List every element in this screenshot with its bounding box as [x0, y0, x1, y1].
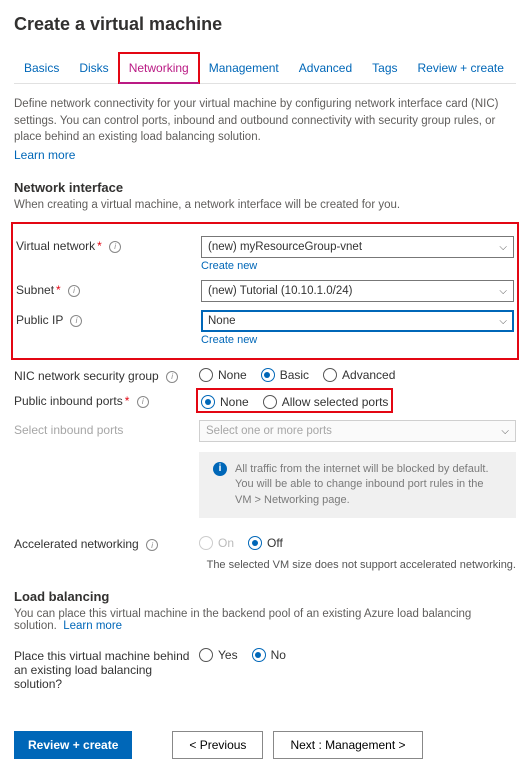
info-icon[interactable]: i: [68, 285, 80, 297]
accel-note: The selected VM size does not support ac…: [199, 559, 516, 571]
tab-disks[interactable]: Disks: [69, 53, 118, 83]
tab-advanced[interactable]: Advanced: [289, 53, 362, 83]
publicip-label: Public IP i: [16, 310, 201, 327]
intro-text: Define network connectivity for your vir…: [14, 96, 516, 146]
tabs-bar: Basics Disks Networking Management Advan…: [14, 53, 516, 84]
vnet-select[interactable]: (new) myResourceGroup-vnet ⌵: [201, 236, 514, 258]
tab-management[interactable]: Management: [199, 53, 289, 83]
inbound-radio-allow[interactable]: Allow selected ports: [263, 395, 389, 409]
info-icon[interactable]: i: [146, 539, 158, 551]
network-interface-subtext: When creating a virtual machine, a netwo…: [14, 199, 516, 211]
tab-basics[interactable]: Basics: [14, 53, 69, 83]
vnet-create-new-link[interactable]: Create new: [201, 260, 514, 272]
nsg-radio-basic[interactable]: Basic: [261, 368, 309, 382]
footer-buttons: Review + create < Previous Next : Manage…: [14, 719, 516, 759]
lb-learn-more-link[interactable]: Learn more: [63, 620, 122, 632]
accel-radio-on: On: [199, 536, 234, 550]
chevron-down-icon: ⌵: [499, 316, 507, 327]
lb-radio-yes[interactable]: Yes: [199, 648, 238, 662]
lb-radio-no[interactable]: No: [252, 648, 286, 662]
nsg-label: NIC network security group i: [14, 366, 199, 383]
nsg-radio-none[interactable]: None: [199, 368, 247, 382]
accel-label: Accelerated networking i: [14, 534, 199, 551]
subnet-select[interactable]: (new) Tutorial (10.10.1.0/24) ⌵: [201, 280, 514, 302]
inbound-radio-none[interactable]: None: [201, 395, 249, 409]
info-icon[interactable]: i: [109, 241, 121, 253]
info-icon[interactable]: i: [70, 315, 82, 327]
network-interface-heading: Network interface: [14, 180, 516, 195]
info-banner: i All traffic from the internet will be …: [199, 452, 516, 518]
select-ports-label: Select inbound ports: [14, 420, 199, 437]
load-balancing-subtext: You can place this virtual machine in th…: [14, 608, 516, 632]
next-button[interactable]: Next : Management >: [273, 731, 422, 759]
vnet-label: Virtual network* i: [16, 236, 201, 253]
chevron-down-icon: ⌵: [499, 242, 507, 253]
inbound-ports-label: Public inbound ports* i: [14, 391, 199, 408]
previous-button[interactable]: < Previous: [172, 731, 263, 759]
review-create-button[interactable]: Review + create: [14, 731, 132, 759]
load-balancing-heading: Load balancing: [14, 589, 516, 604]
tab-tags[interactable]: Tags: [362, 53, 407, 83]
info-icon[interactable]: i: [166, 371, 178, 383]
chevron-down-icon: ⌵: [501, 426, 509, 437]
page-title: Create a virtual machine: [14, 14, 516, 35]
intro-learn-more-link[interactable]: Learn more: [14, 148, 75, 162]
lb-question-label: Place this virtual machine behind an exi…: [14, 646, 199, 691]
nsg-radio-advanced[interactable]: Advanced: [323, 368, 395, 382]
info-icon[interactable]: i: [137, 396, 149, 408]
publicip-select[interactable]: None ⌵: [201, 310, 514, 332]
subnet-label: Subnet* i: [16, 280, 201, 297]
chevron-down-icon: ⌵: [499, 286, 507, 297]
tab-review[interactable]: Review + create: [408, 53, 514, 83]
tab-networking[interactable]: Networking: [119, 53, 199, 83]
select-ports-dropdown: Select one or more ports ⌵: [199, 420, 516, 442]
accel-radio-off[interactable]: Off: [248, 536, 283, 550]
publicip-create-new-link[interactable]: Create new: [201, 334, 514, 346]
info-icon: i: [213, 462, 227, 476]
